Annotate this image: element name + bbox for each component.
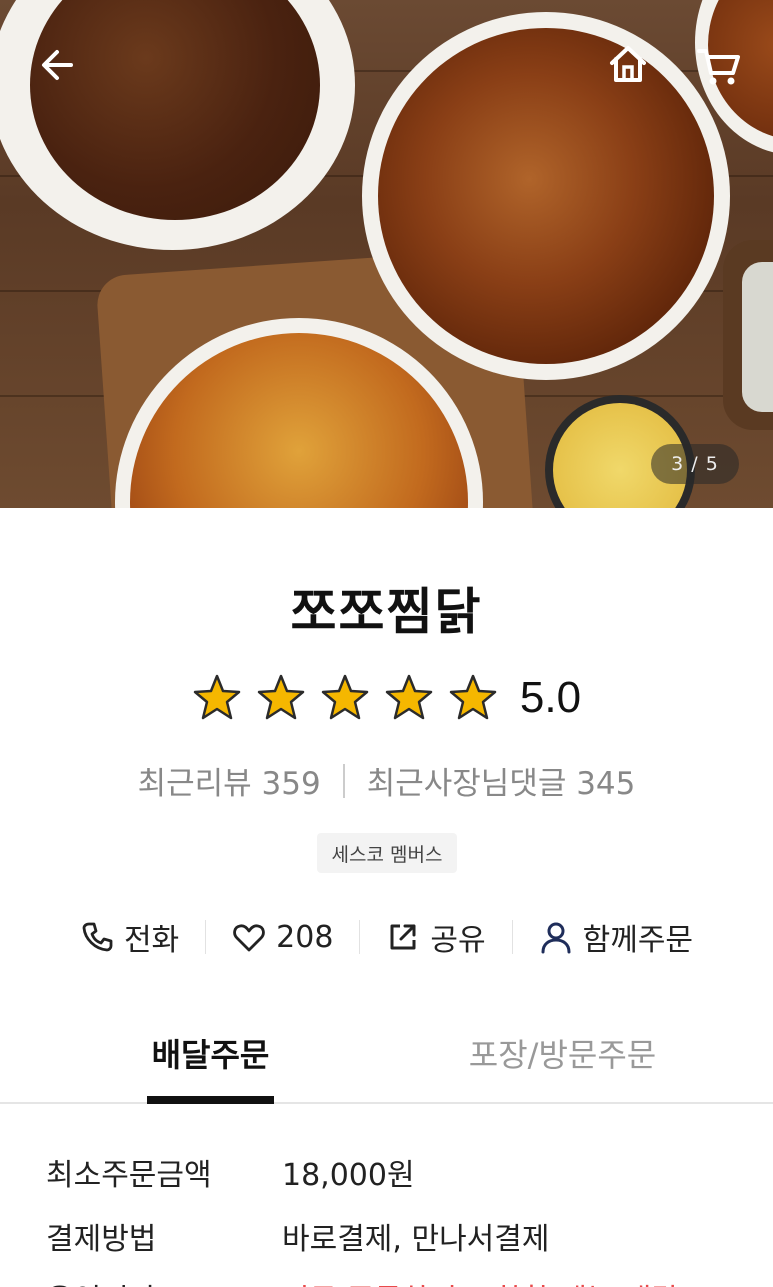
recent-owner-replies-link[interactable]: 최근사장님댓글 345 <box>367 758 636 803</box>
divider <box>342 763 345 798</box>
share-icon <box>390 924 416 950</box>
heart-icon <box>233 924 265 952</box>
order-type-tabs: 배달주문 포장/방문주문 <box>0 1030 773 1104</box>
reviews-row: 최근리뷰 359 최근사장님댓글 345 <box>0 758 773 803</box>
payment-row: 결제방법 바로결제, 만나서결제 <box>46 1214 549 1258</box>
rice-side <box>742 262 773 412</box>
call-label: 전화 <box>123 923 180 958</box>
star-icon <box>193 674 241 720</box>
star-icon <box>385 674 433 720</box>
like-button[interactable]: 208 <box>206 920 359 955</box>
share-label: 공유 <box>430 923 486 958</box>
min-order-row: 최소주문금액 18,000원 <box>46 1150 415 1194</box>
partial-label: 운영시간 <box>46 1275 282 1287</box>
phone-icon <box>82 922 113 952</box>
arrow-left-icon <box>42 50 73 80</box>
home-icon <box>610 46 646 82</box>
home-button[interactable] <box>604 40 652 88</box>
image-counter: 3 / 5 <box>651 444 739 484</box>
rating-row[interactable]: 5.0 <box>0 670 773 726</box>
rating-value: 5.0 <box>519 673 582 722</box>
rating-stars <box>192 673 498 723</box>
cart-button[interactable] <box>693 40 745 92</box>
tab-pickup[interactable]: 포장/방문주문 <box>460 1030 665 1102</box>
payment-label: 결제방법 <box>46 1222 157 1257</box>
cart-icon <box>697 49 740 85</box>
star-icon <box>257 674 305 720</box>
store-actions: 전화 208 공유 함께주문 <box>0 912 773 962</box>
tab-delivery[interactable]: 배달주문 <box>147 1030 274 1104</box>
star-icon <box>321 674 369 720</box>
cesco-badge: 세스코 멤버스 <box>317 833 457 873</box>
store-name: 쪼쪼찜닭 <box>290 583 483 641</box>
back-button[interactable] <box>34 42 80 88</box>
person-icon <box>541 922 571 954</box>
payment-value: 바로결제, 만나서결제 <box>282 1222 550 1257</box>
partial-value: 지금 주문하면 도착할 때는 배달 <box>282 1275 679 1287</box>
star-icon <box>449 674 497 720</box>
braised-chicken-center <box>378 28 714 364</box>
store-hero-image[interactable]: 3 / 5 <box>0 0 773 508</box>
min-order-label: 최소주문금액 <box>46 1158 212 1193</box>
call-button[interactable]: 전화 <box>54 915 205 959</box>
group-order-label: 함께주문 <box>582 923 694 958</box>
partial-row: 운영시간 지금 주문하면 도착할 때는 배달 <box>46 1275 679 1287</box>
recent-reviews-link[interactable]: 최근리뷰 359 <box>138 758 321 803</box>
group-order-button[interactable]: 함께주문 <box>513 915 719 959</box>
share-button[interactable]: 공유 <box>360 915 511 959</box>
like-count: 208 <box>276 919 334 955</box>
min-order-value: 18,000원 <box>282 1158 415 1193</box>
